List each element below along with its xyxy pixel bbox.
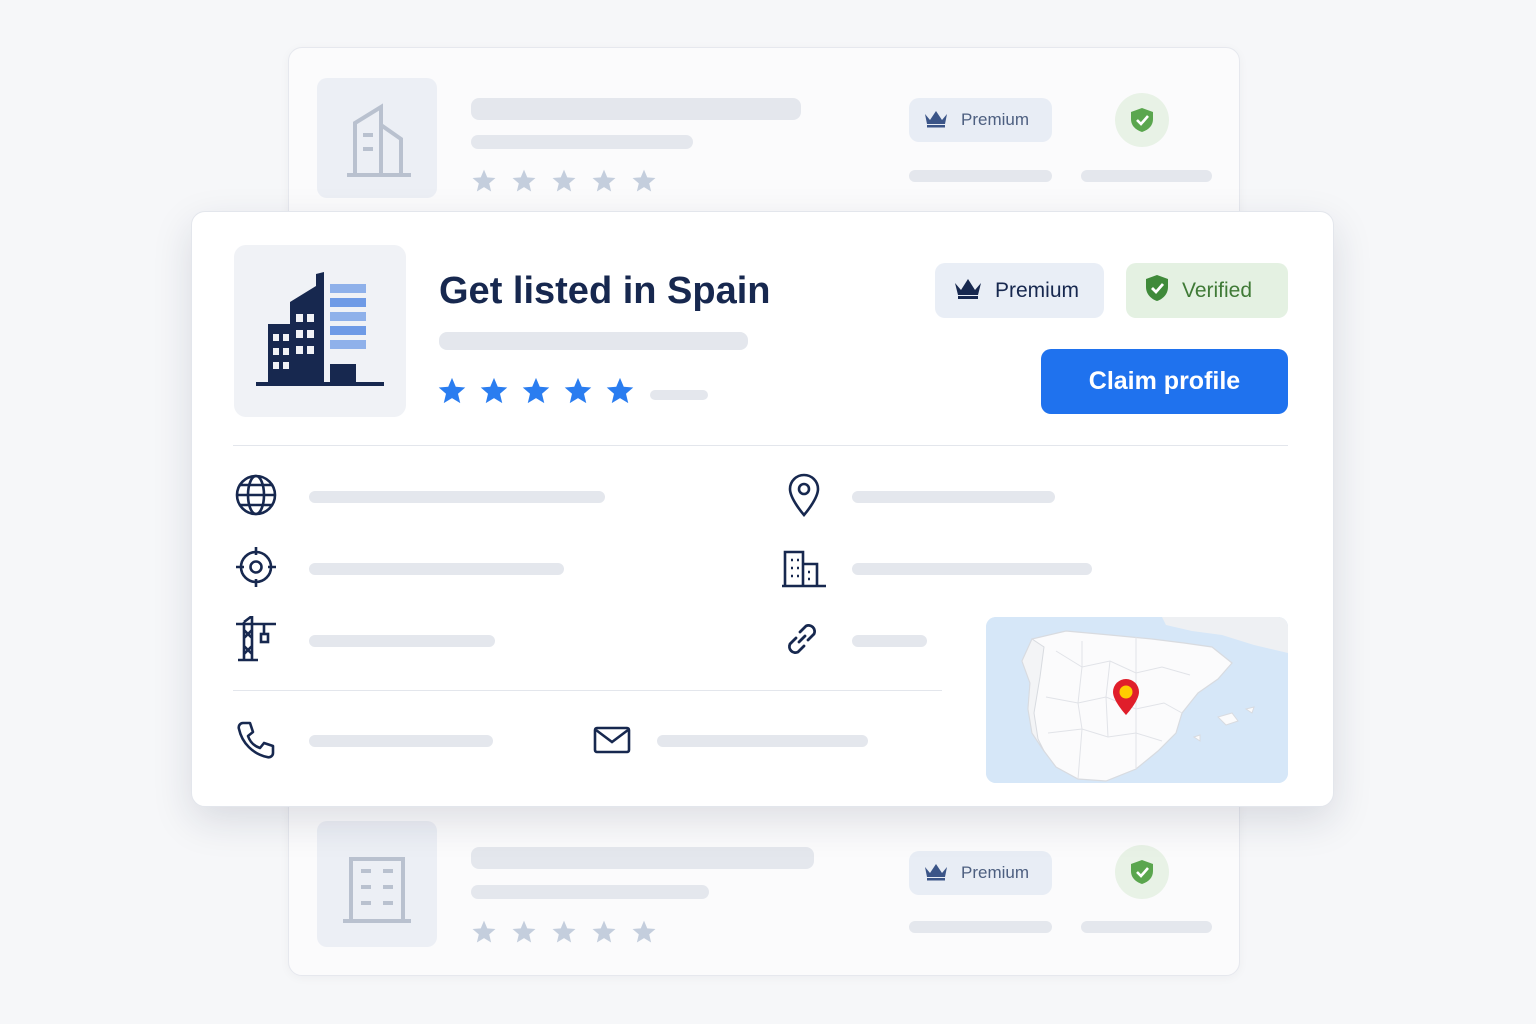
star-icon xyxy=(605,376,635,411)
ghost-premium-badge: Premium xyxy=(909,851,1052,895)
premium-label: Premium xyxy=(995,278,1080,302)
claim-profile-button[interactable]: Claim profile xyxy=(1041,349,1288,414)
globe-icon xyxy=(232,471,280,519)
rating-count-placeholder xyxy=(650,390,708,400)
service-area-placeholder xyxy=(309,563,564,575)
star-icon xyxy=(471,919,497,950)
star-icon xyxy=(631,168,657,199)
star-icon xyxy=(591,919,617,950)
crown-icon xyxy=(923,108,949,133)
star-icon xyxy=(551,919,577,950)
star-icon xyxy=(551,168,577,199)
rating-stars xyxy=(437,376,635,411)
ghost-premium-label: Premium xyxy=(961,863,1030,882)
star-icon xyxy=(563,376,593,411)
crane-icon xyxy=(232,615,280,663)
premium-badge: Premium xyxy=(935,263,1104,318)
shield-check-icon xyxy=(1115,845,1169,899)
shield-check-icon xyxy=(1115,93,1169,147)
link-placeholder xyxy=(852,635,927,647)
star-icon xyxy=(511,919,537,950)
listing-card: Get listed in Spain Premium Verified Cla… xyxy=(191,211,1334,807)
link-icon[interactable] xyxy=(778,615,826,663)
ghost-premium-badge: Premium xyxy=(909,98,1052,142)
subtitle-placeholder xyxy=(439,332,748,350)
crown-icon xyxy=(953,276,983,306)
mail-icon[interactable] xyxy=(588,716,636,764)
shield-check-icon xyxy=(1144,273,1170,309)
ghost-building-icon xyxy=(317,78,437,198)
crown-icon xyxy=(923,861,949,886)
phone-icon[interactable] xyxy=(232,716,280,764)
address-placeholder xyxy=(852,491,1055,503)
star-icon xyxy=(511,168,537,199)
page-title: Get listed in Spain xyxy=(439,270,771,312)
ghost-rating-stars xyxy=(471,168,657,199)
star-icon xyxy=(631,919,657,950)
target-icon xyxy=(232,543,280,591)
website-placeholder xyxy=(309,491,605,503)
map-pin-icon xyxy=(780,471,828,519)
star-icon xyxy=(521,376,551,411)
ghost-rating-stars xyxy=(471,919,657,950)
divider xyxy=(233,690,942,691)
ghost-building-icon xyxy=(317,821,437,947)
divider xyxy=(233,445,1288,446)
office-building-icon xyxy=(780,543,828,591)
phone-placeholder xyxy=(309,735,493,747)
building-logo-icon xyxy=(234,245,406,417)
ghost-premium-label: Premium xyxy=(961,110,1030,129)
location-map[interactable] xyxy=(986,617,1288,783)
star-icon xyxy=(591,168,617,199)
verified-badge: Verified xyxy=(1126,263,1288,318)
email-placeholder xyxy=(657,735,868,747)
star-icon xyxy=(437,376,467,411)
industry-placeholder xyxy=(309,635,495,647)
star-icon xyxy=(479,376,509,411)
verified-label: Verified xyxy=(1182,278,1253,302)
company-size-placeholder xyxy=(852,563,1092,575)
star-icon xyxy=(471,168,497,199)
